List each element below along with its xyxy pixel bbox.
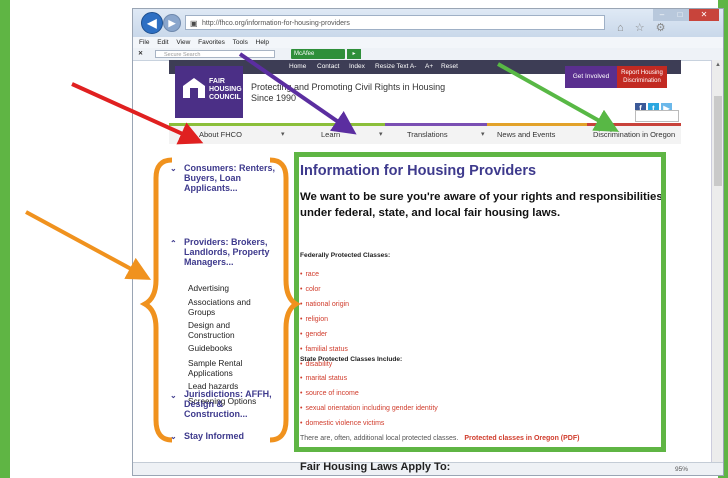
nav-contact[interactable]: Contact xyxy=(317,60,339,74)
federal-class-link[interactable]: religion xyxy=(300,316,328,323)
secure-search-input[interactable]: Secure Search xyxy=(155,50,275,58)
sidebar-stay-informed[interactable]: Stay Informed xyxy=(184,431,244,441)
sidebar-item-design[interactable]: Design and Construction xyxy=(188,320,272,340)
chevron-down-icon: ⌄ xyxy=(170,391,177,400)
chevron-down-icon: ▾ xyxy=(481,131,485,138)
report-discrimination-button[interactable]: Report Housing Discrimination xyxy=(617,66,667,88)
orange-arrow xyxy=(25,210,152,280)
window-controls: – □ ✕ xyxy=(653,9,723,21)
scroll-thumb[interactable] xyxy=(714,96,722,186)
menu-edit[interactable]: Edit xyxy=(157,39,168,46)
close-toolbar-icon[interactable]: ✕ xyxy=(138,48,143,60)
federal-class-link[interactable]: gender xyxy=(300,331,327,338)
sidebar-item-advertising[interactable]: Advertising xyxy=(188,283,229,293)
chevron-down-icon: ⌄ xyxy=(170,432,177,441)
chevron-down-icon: ⌄ xyxy=(170,164,177,173)
browser-toolbar-icons[interactable]: ⌂ ☆ ⚙ xyxy=(617,21,669,34)
maximize-button[interactable]: □ xyxy=(671,9,689,21)
nav-index[interactable]: Index xyxy=(349,60,365,74)
scroll-up-arrow[interactable]: ▲ xyxy=(712,60,723,70)
nav-text-reset[interactable]: Reset xyxy=(441,60,458,74)
federal-class-link[interactable]: color xyxy=(300,286,320,293)
menu-bar: File Edit View Favorites Tools Help xyxy=(133,37,723,48)
forward-button[interactable]: ▶ xyxy=(163,14,181,32)
left-green-frame xyxy=(0,0,10,478)
toolbar-extra-icon[interactable]: ▸ xyxy=(347,49,361,59)
site-header: Home Contact Index Resize Text A- A+ Res… xyxy=(169,60,681,122)
federal-heading: Federally Protected Classes: xyxy=(300,252,391,259)
logo-text: FAIR HOUSING COUNCIL xyxy=(209,78,242,101)
mcafee-button[interactable]: McAfee xyxy=(291,49,345,59)
page-icon: ▣ xyxy=(190,19,198,28)
sidebar-consumers[interactable]: Consumers: Renters, Buyers, Loan Applica… xyxy=(184,163,284,193)
address-bar[interactable]: ▣ http://fhco.org/information-for-housin… xyxy=(185,15,605,30)
back-button[interactable]: ◀ xyxy=(141,12,163,34)
site-tagline: Protecting and Promoting Civil Rights in… xyxy=(251,82,446,103)
sidebar-jurisdictions[interactable]: Jurisdictions: AFFH, Design & Constructi… xyxy=(184,389,284,419)
nav-home[interactable]: Home xyxy=(289,60,306,74)
federal-class-link[interactable]: national origin xyxy=(300,301,349,308)
chevron-down-icon: ▾ xyxy=(379,131,383,138)
tab-news-events[interactable]: News and Events xyxy=(497,126,555,144)
menu-file[interactable]: File xyxy=(139,39,149,46)
protected-classes-pdf-link[interactable]: Protected classes in Oregon (PDF) xyxy=(464,435,579,442)
next-section-heading: Fair Housing Laws Apply To: xyxy=(300,461,451,473)
chevron-up-icon: ⌃ xyxy=(170,239,177,248)
site-logo[interactable]: FAIR HOUSING COUNCIL xyxy=(175,66,243,118)
state-class-link[interactable]: source of income xyxy=(300,390,358,397)
intro-text: We want to be sure you're aware of your … xyxy=(300,191,663,219)
tab-translations[interactable]: Translations xyxy=(407,126,448,144)
menu-view[interactable]: View xyxy=(176,39,190,46)
social-links: f t ▶ xyxy=(635,98,675,114)
zoom-level[interactable]: 95% xyxy=(675,463,688,475)
get-involved-button[interactable]: Get Involved xyxy=(565,66,617,88)
nav-text-larger[interactable]: A+ xyxy=(425,60,433,74)
federal-class-link[interactable]: race xyxy=(300,271,319,278)
house-logo-icon xyxy=(183,78,205,98)
sidebar-item-associations[interactable]: Associations and Groups xyxy=(188,297,272,317)
nav-resize-text[interactable]: Resize Text A- xyxy=(375,60,416,74)
browser-titlebar: ◀ ▶ ▣ http://fhco.org/information-for-ho… xyxy=(133,9,723,37)
state-class-link[interactable]: marital status xyxy=(300,375,347,382)
chevron-down-icon: ▾ xyxy=(281,131,285,138)
close-window-button[interactable]: ✕ xyxy=(689,9,719,21)
local-classes-note: There are, often, additional local prote… xyxy=(300,435,579,442)
tab-learn[interactable]: Learn xyxy=(321,126,340,144)
minimize-button[interactable]: – xyxy=(653,9,671,21)
sidebar-item-guidebooks[interactable]: Guidebooks xyxy=(188,343,232,353)
state-heading: State Protected Classes Include: xyxy=(300,356,403,363)
menu-tools[interactable]: Tools xyxy=(233,39,248,46)
tab-discrimination-oregon[interactable]: Discrimination in Oregon xyxy=(593,126,675,144)
menu-help[interactable]: Help xyxy=(256,39,269,46)
tab-about-fhco[interactable]: About FHCO xyxy=(199,126,242,144)
url-text: http://fhco.org/information-for-housing-… xyxy=(202,20,350,27)
main-navigation: About FHCO ▾ Learn ▾ Translations ▾ News… xyxy=(169,123,681,144)
sidebar-providers[interactable]: Providers: Brokers, Landlords, Property … xyxy=(184,237,292,267)
note-text: There are, often, additional local prote… xyxy=(300,435,459,442)
sidebar-item-rental-apps[interactable]: Sample Rental Applications xyxy=(188,358,272,378)
page-title: Information for Housing Providers xyxy=(300,163,537,179)
state-class-link[interactable]: domestic violence victims xyxy=(300,420,384,427)
menu-favorites[interactable]: Favorites xyxy=(198,39,225,46)
site-search-input[interactable] xyxy=(635,110,679,122)
federal-class-link[interactable]: familial status xyxy=(300,346,347,353)
page-scrollbar[interactable]: ▲ xyxy=(711,60,723,462)
state-class-link[interactable]: sexual orientation including gender iden… xyxy=(300,405,437,412)
